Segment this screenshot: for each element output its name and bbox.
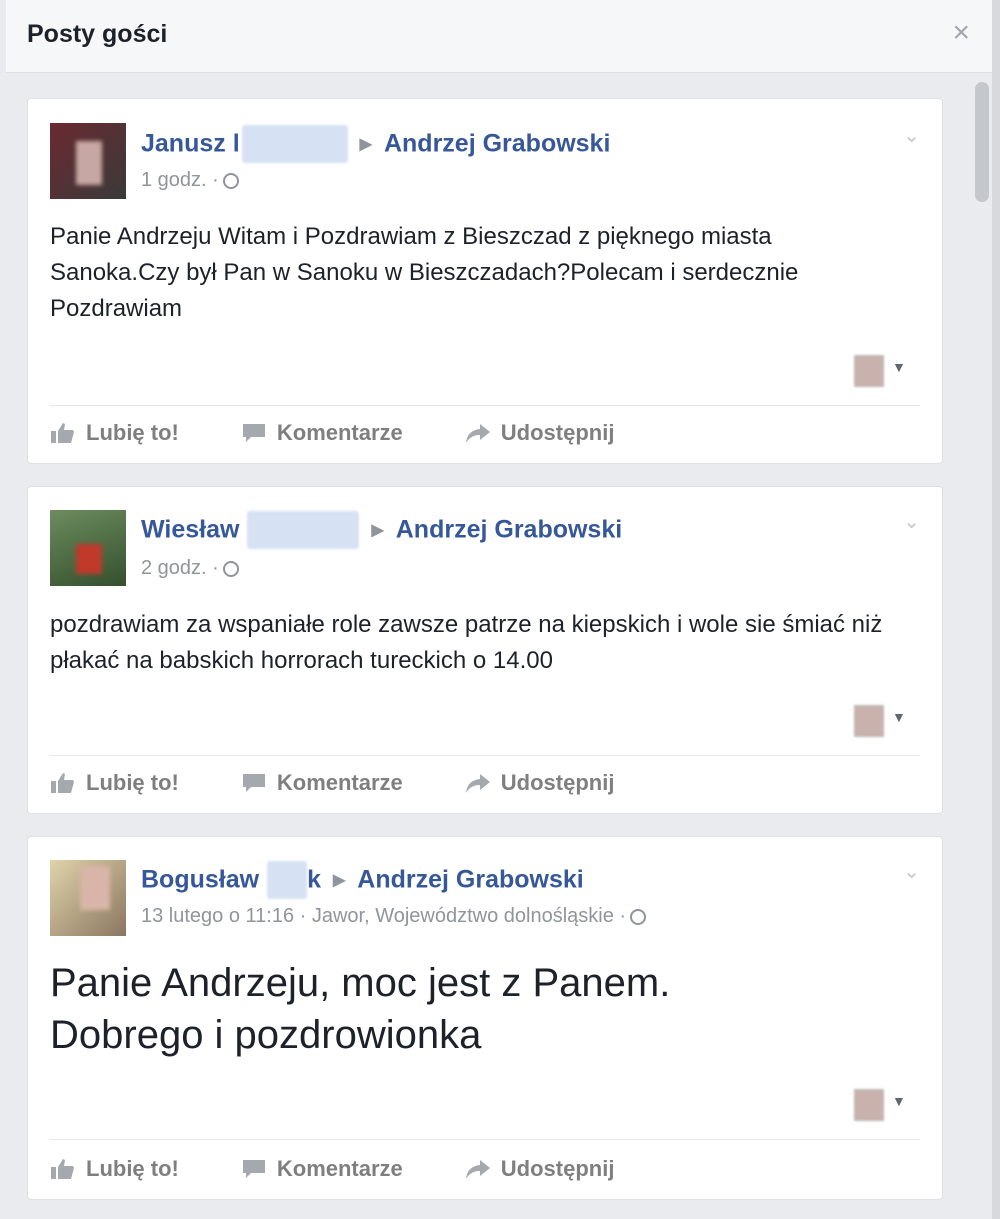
post-text: Panie Andrzeju Witam i Pozdrawiam z Bies… [50, 223, 799, 322]
share-button[interactable]: Udostępnij [465, 770, 615, 796]
thumbs-up-icon [51, 423, 74, 443]
scrollbar-track[interactable] [972, 76, 992, 1219]
triangle-right-icon: ▶ [332, 872, 346, 889]
post-actions: Lubię to! Komentarze Udostępnij [50, 413, 676, 453]
post-author-name[interactable]: Janusz l [141, 130, 240, 158]
share-label: Udostępnij [500, 770, 615, 795]
post-actions: Lubię to! Komentarze Udostępnij [50, 1149, 676, 1189]
globe-icon [630, 908, 647, 925]
like-label: Lubię to! [86, 770, 179, 795]
comment-label: Komentarze [276, 1156, 403, 1181]
comment-button[interactable]: Komentarze [241, 1156, 403, 1182]
divider [50, 405, 920, 406]
post-target-name[interactable]: Andrzej Grabowski [384, 130, 610, 158]
globe-icon [222, 560, 239, 577]
background-edge [992, 0, 1000, 1219]
post-actions: Lubię to! Komentarze Udostępnij [50, 763, 676, 803]
like-button[interactable]: Lubię to! [50, 1156, 179, 1182]
thumbs-up-icon [51, 773, 74, 793]
post-author-name-tail[interactable]: k [307, 866, 321, 894]
dropdown-arrow-icon: ▼ [892, 359, 906, 375]
post-author-name[interactable]: Wiesław [141, 516, 239, 544]
guest-posts-dialog: Posty gości × Janusz l ▶ Andrzej Grabowski… [6, 0, 992, 1219]
like-label: Lubię to! [86, 420, 179, 445]
post-timestamp[interactable]: 13 lutego o 11:16 · Jawor, Województwo d… [141, 905, 626, 927]
reaction-selector[interactable]: ▼ [854, 355, 914, 387]
redacted-surname [241, 125, 348, 163]
like-button[interactable]: Lubię to! [50, 420, 179, 446]
post-timestamp[interactable]: 1 godz. · [141, 169, 219, 191]
thumbs-up-icon [51, 1159, 74, 1179]
avatar[interactable] [50, 123, 126, 199]
avatar[interactable] [50, 860, 126, 936]
globe-icon [222, 172, 239, 189]
share-arrow-icon [465, 424, 490, 443]
post-card: Bogusław k ▶ Andrzej Grabowski 13 lutego o … [27, 836, 943, 1200]
scrollbar-thumb[interactable] [975, 82, 989, 202]
comment-label: Komentarze [276, 420, 403, 445]
comment-button[interactable]: Komentarze [241, 420, 403, 446]
like-label: Lubię to! [86, 1156, 179, 1181]
comment-icon [242, 774, 265, 792]
share-button[interactable]: Udostępnij [465, 1156, 615, 1182]
chevron-down-icon[interactable]: ⌄ [903, 123, 920, 148]
post-text: Panie Andrzeju, moc jest z Panem. Dobreg… [50, 961, 671, 1057]
dropdown-arrow-icon: ▼ [892, 1093, 906, 1109]
chevron-down-icon[interactable]: ⌄ [903, 859, 920, 884]
triangle-right-icon: ▶ [371, 522, 384, 539]
triangle-right-icon: ▶ [359, 136, 372, 153]
redacted-surname [247, 511, 360, 549]
divider [50, 1139, 920, 1140]
comment-button[interactable]: Komentarze [241, 770, 403, 796]
dialog-title: Posty gości [27, 20, 168, 48]
post-card: Janusz l ▶ Andrzej Grabowski 1 godz. · ⌄ P… [27, 98, 943, 464]
post-timestamp[interactable]: 2 godz. · [141, 557, 219, 579]
share-arrow-icon [465, 774, 490, 793]
post-target-name[interactable]: Andrzej Grabowski [396, 516, 622, 544]
dialog-header: Posty gości × [6, 0, 992, 73]
post-text: pozdrawiam za wspaniałe role zawsze patr… [50, 611, 883, 674]
like-button[interactable]: Lubię to! [50, 770, 179, 796]
share-label: Udostępnij [500, 1156, 615, 1181]
post-author-name[interactable]: Bogusław [141, 866, 259, 894]
comment-icon [242, 424, 265, 442]
share-arrow-icon [465, 1160, 490, 1179]
chevron-down-icon[interactable]: ⌄ [903, 509, 920, 534]
comment-label: Komentarze [276, 770, 403, 795]
comment-icon [242, 1160, 265, 1178]
divider [50, 755, 920, 756]
post-card: Wiesław ▶ Andrzej Grabowski 2 godz. · ⌄ po… [27, 486, 943, 814]
share-label: Udostępnij [500, 420, 615, 445]
post-target-name[interactable]: Andrzej Grabowski [357, 866, 583, 894]
share-button[interactable]: Udostępnij [465, 420, 615, 446]
close-icon[interactable]: × [952, 18, 970, 48]
dropdown-arrow-icon: ▼ [892, 709, 906, 725]
avatar[interactable] [50, 510, 126, 586]
reaction-selector[interactable]: ▼ [854, 705, 914, 737]
redacted-surname [267, 861, 308, 899]
reaction-selector[interactable]: ▼ [854, 1089, 914, 1121]
